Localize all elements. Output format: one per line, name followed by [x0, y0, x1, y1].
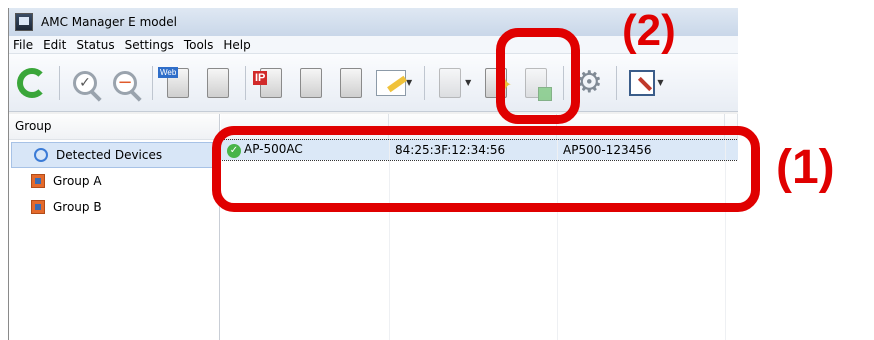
menu-edit[interactable]: Edit	[43, 38, 66, 52]
zoom-out-icon: −	[113, 70, 137, 95]
annotation-box-1	[212, 126, 760, 212]
group-settings-icon	[340, 67, 362, 98]
zoom-out-button[interactable]: −	[106, 63, 144, 103]
device-settings-icon	[300, 67, 322, 98]
annotation-label-2: (2)	[622, 6, 676, 55]
ip-badge: IP	[253, 70, 268, 85]
device-properties-button[interactable]	[199, 63, 237, 103]
refresh-icon	[17, 67, 47, 98]
group-icon	[31, 174, 45, 188]
web-device-button[interactable]: Web	[158, 63, 197, 103]
device-dropdown-button[interactable]	[431, 63, 469, 103]
tree-item-label: Group A	[53, 174, 102, 188]
web-device-icon: Web	[158, 66, 189, 98]
device-properties-icon	[207, 67, 229, 98]
edit-button[interactable]	[372, 63, 410, 103]
refresh-button[interactable]	[13, 63, 51, 103]
search-icon	[34, 148, 48, 162]
group-header: Group	[9, 114, 219, 140]
window-title: AMC Manager E model	[41, 15, 177, 29]
annotation-box-2	[496, 28, 580, 124]
menu-tools[interactable]: Tools	[184, 38, 214, 52]
toolbar-separator	[152, 65, 153, 100]
ip-settings-button[interactable]: IP	[252, 63, 290, 103]
toolbar-separator	[424, 65, 426, 100]
group-settings-button[interactable]	[332, 63, 370, 103]
search-device-icon: ✓	[73, 70, 97, 95]
toolbar-separator	[245, 65, 246, 100]
menu-help[interactable]: Help	[223, 38, 250, 52]
tools-button[interactable]	[623, 63, 661, 103]
tree-item-detected-devices[interactable]: Detected Devices	[11, 142, 217, 168]
device-settings-button[interactable]	[292, 63, 330, 103]
tree-item-group-a[interactable]: Group A	[9, 168, 219, 194]
tree-item-label: Group B	[53, 200, 102, 214]
web-badge: Web	[158, 66, 179, 78]
search-device-button[interactable]: ✓	[66, 63, 104, 103]
menu-file[interactable]: File	[13, 38, 33, 52]
tree-item-label: Detected Devices	[56, 148, 163, 162]
annotation-label-1: (1)	[776, 141, 835, 194]
app-icon	[15, 13, 33, 31]
menu-settings[interactable]: Settings	[125, 38, 174, 52]
toolbar-separator	[59, 65, 60, 100]
menu-status[interactable]: Status	[76, 38, 114, 52]
device-dropdown-icon	[439, 67, 462, 98]
toolbar: ✓ − Web IP ▼ ▼ ✦ ⚙ ▼	[9, 54, 738, 112]
tools-icon	[629, 69, 656, 96]
tree-item-group-b[interactable]: Group B	[9, 194, 219, 220]
group-icon	[31, 200, 45, 214]
edit-icon	[376, 69, 406, 96]
ip-settings-icon: IP	[253, 67, 282, 98]
toolbar-separator	[616, 65, 618, 100]
group-pane: Group Detected Devices Group A Group B	[9, 114, 220, 340]
